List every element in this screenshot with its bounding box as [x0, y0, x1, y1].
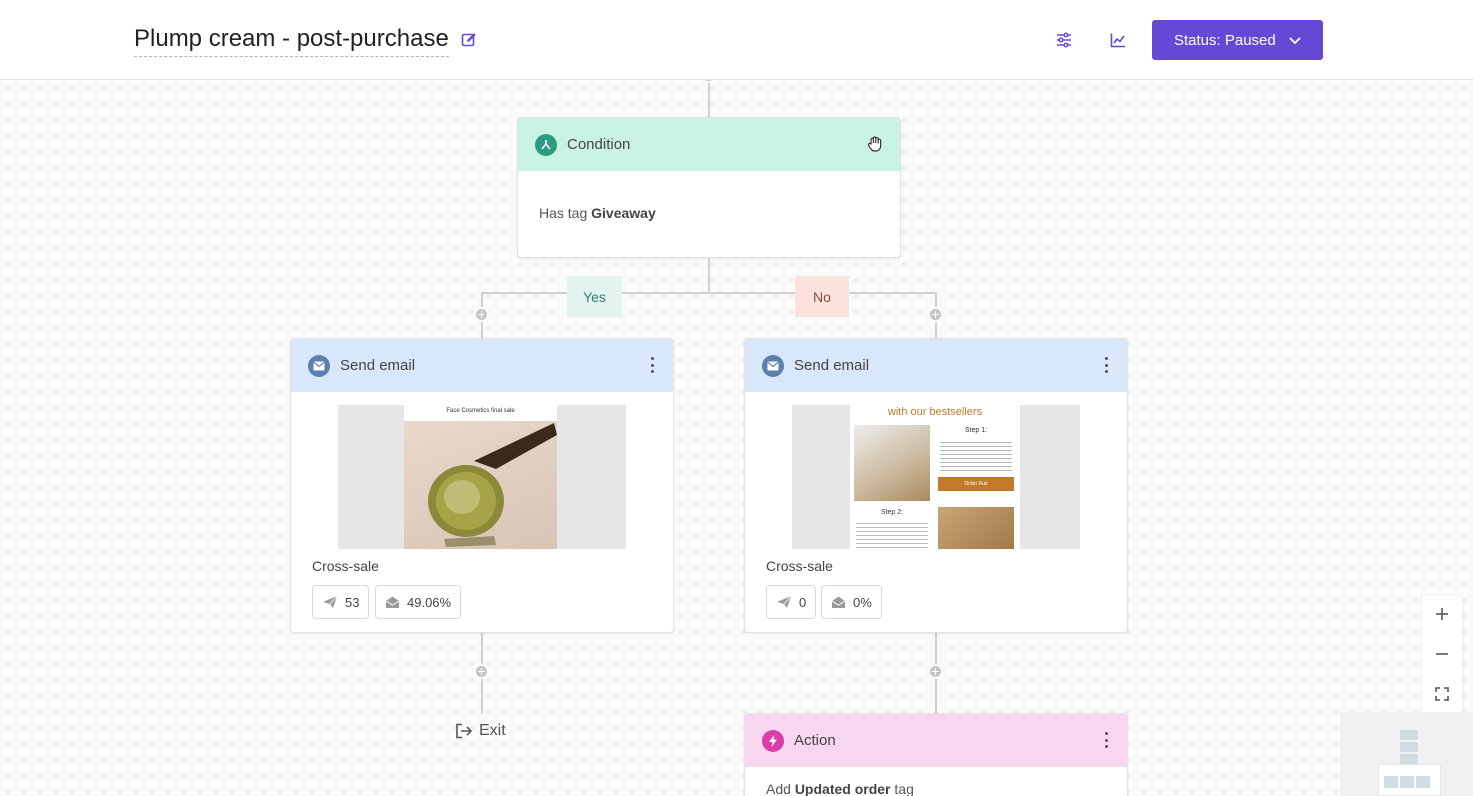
condition-icon — [535, 133, 557, 156]
order-button-thumbnail: Order Rub — [938, 477, 1014, 491]
flow-title[interactable]: Plump cream - post-purchase — [134, 24, 449, 57]
open-envelope-icon — [831, 596, 846, 608]
pencil-edit-icon[interactable] — [461, 32, 479, 50]
product-photo — [854, 425, 930, 501]
minimap-node — [1400, 776, 1414, 788]
branch-no-label: No — [795, 276, 849, 317]
chevron-down-icon — [1287, 32, 1303, 52]
exit-node[interactable]: Exit — [455, 722, 506, 740]
send-email-header: Send email — [291, 339, 673, 392]
step-one-label: Step 1: — [964, 427, 988, 434]
action-prefix: Add — [766, 781, 791, 796]
exit-label: Exit — [479, 722, 506, 739]
connector-line — [708, 257, 710, 293]
email-preview-heading: Face Cosmetics final sale — [446, 408, 515, 414]
status-label: Status: Paused — [1174, 31, 1276, 49]
action-body: Add Updated order tag — [745, 767, 1127, 796]
open-rate: 0% — [853, 594, 872, 610]
email-preview-thumbnail[interactable]: Face Cosmetics final sale — [338, 405, 626, 549]
envelope-icon — [308, 354, 330, 377]
status-dropdown-button[interactable]: Status: Paused — [1152, 20, 1323, 60]
add-step-button[interactable] — [474, 664, 489, 679]
send-email-header: Send email — [745, 339, 1127, 392]
email-preview-heading: with our bestsellers — [887, 406, 983, 418]
action-card[interactable]: Action Add Updated order tag — [744, 713, 1128, 796]
more-options-icon[interactable] — [1103, 357, 1109, 373]
send-email-card[interactable]: Send email with our bestsellers Step 1: … — [744, 338, 1128, 633]
condition-card[interactable]: Condition Has tag Giveaway — [517, 117, 901, 258]
paper-plane-icon — [323, 595, 338, 608]
email-name: Cross-sale — [312, 558, 379, 574]
minimap-node — [1400, 754, 1418, 764]
send-email-title: Send email — [340, 357, 416, 374]
line-chart-icon[interactable] — [1108, 30, 1128, 50]
condition-prefix: Has tag — [539, 205, 588, 221]
send-email-title: Send email — [794, 357, 870, 374]
title-wrap: Plump cream - post-purchase — [134, 24, 479, 57]
email-preview-page: with our bestsellers Step 1: Order Rub S… — [850, 405, 1020, 549]
minimap-node — [1400, 730, 1418, 740]
add-step-button[interactable] — [928, 664, 943, 679]
envelope-icon — [762, 354, 784, 377]
zoom-in-icon[interactable] — [1432, 604, 1452, 624]
connector-line — [481, 292, 936, 294]
minimap-node — [1384, 776, 1398, 788]
paper-plane-icon — [777, 595, 792, 608]
add-step-button[interactable] — [928, 307, 943, 322]
action-title: Action — [794, 732, 836, 749]
condition-tag: Giveaway — [591, 205, 656, 221]
branch-yes-label: Yes — [567, 276, 622, 317]
sent-count-badge: 53 — [312, 585, 370, 619]
lightning-icon — [762, 729, 784, 752]
more-options-icon[interactable] — [649, 357, 655, 373]
open-rate-badge: 0% — [821, 585, 882, 619]
sent-count: 0 — [799, 594, 807, 610]
condition-title: Condition — [567, 136, 631, 153]
zoom-out-icon[interactable] — [1432, 644, 1452, 664]
sent-count: 53 — [345, 594, 360, 610]
exit-icon — [455, 723, 473, 739]
action-tag: Updated order — [794, 781, 891, 796]
open-rate-badge: 49.06% — [375, 585, 462, 619]
condition-body: Has tag Giveaway — [518, 171, 900, 221]
drag-hand-icon[interactable] — [866, 135, 884, 157]
top-bar: Plump cream - post-purchase Status: Paus… — [0, 0, 1473, 80]
product-photo — [404, 421, 557, 549]
minimap-node — [1416, 776, 1430, 788]
add-step-button[interactable] — [474, 307, 489, 322]
open-envelope-icon — [385, 596, 400, 608]
more-options-icon[interactable] — [1103, 732, 1109, 748]
step-two-label: Step 2: — [880, 509, 904, 516]
zoom-controls — [1422, 596, 1462, 716]
send-email-card[interactable]: Send email Face Cosmetics final sale Cro… — [290, 338, 674, 633]
sent-count-badge: 0 — [766, 585, 817, 619]
action-header: Action — [745, 714, 1127, 767]
open-rate: 49.06% — [407, 594, 452, 610]
step-one-text — [940, 439, 1012, 473]
sliders-icon[interactable] — [1054, 30, 1074, 50]
product-photo-two — [938, 507, 1014, 549]
minimap[interactable] — [1340, 712, 1473, 796]
email-name: Cross-sale — [766, 558, 833, 574]
step-two-text — [856, 520, 928, 549]
action-suffix: tag — [894, 781, 914, 796]
email-preview-page: Face Cosmetics final sale — [404, 405, 557, 549]
fit-screen-icon[interactable] — [1432, 684, 1452, 704]
minimap-node — [1400, 742, 1418, 752]
email-preview-thumbnail[interactable]: with our bestsellers Step 1: Order Rub S… — [792, 405, 1080, 549]
connector-line — [708, 80, 710, 117]
condition-header: Condition — [518, 118, 900, 171]
